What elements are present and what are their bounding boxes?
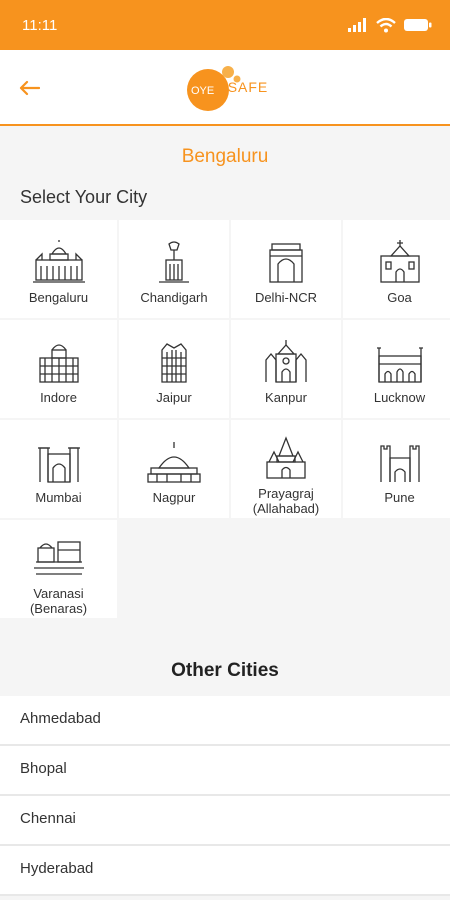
india-gate-icon [259,240,313,284]
city-name: Pune [384,490,415,505]
status-bar: 11:11 [0,0,450,50]
wifi-icon [376,17,396,32]
deekshabhoomi-stupa-icon [147,440,201,484]
city-name: Nagpur [152,490,196,505]
city-tile-jaipur[interactable]: Jaipur [119,320,229,418]
city-tile-bengaluru[interactable]: Bengaluru [0,220,117,318]
city-tile-kanpur[interactable]: Kanpur [231,320,341,418]
other-cities-list: Ahmedabad Bhopal Chennai Hyderabad [0,696,450,896]
city-tile-delhi-ncr[interactable]: Delhi-NCR [231,220,341,318]
status-time: 11:11 [22,16,58,34]
city-name: Jaipur [156,390,192,405]
city-name: Chandigarh [140,290,208,305]
selected-city: Bengaluru [181,146,269,167]
city-name: Varanasi (Benaras) [29,586,88,616]
city-name: Prayagraj (Allahabad) [252,486,320,516]
vidhana-soudha-icon [32,240,86,284]
city-name: Indore [40,390,77,405]
gateway-of-india-icon [32,440,86,484]
logo-right-text: SAFE [227,79,269,95]
city-name: Goa [387,290,412,305]
city-tile-mumbai[interactable]: Mumbai [0,420,117,518]
list-item-bhopal[interactable]: Bhopal [0,746,450,796]
city-name: Kanpur [265,390,307,405]
list-item-chennai[interactable]: Chennai [0,796,450,846]
city-tile-goa[interactable]: Goa [343,220,450,318]
list-item-hyderabad[interactable]: Hyderabad [0,846,450,896]
list-item-ahmedabad[interactable]: Ahmedabad [0,696,450,746]
status-icons [348,17,432,33]
ghats-icon [32,536,86,580]
city-name: Mumbai [35,490,82,505]
signal-icon [348,18,366,32]
oyesafe-logo: OYE SAFE [182,60,269,114]
fort-icon [373,440,427,484]
city-tile-prayagraj[interactable]: Prayagraj (Allahabad) [231,420,341,518]
battery-icon [404,19,432,31]
back-button[interactable] [16,76,42,100]
hawa-mahal-icon [147,340,201,384]
city-name: Bengaluru [28,290,89,305]
select-city-title: Select Your City [20,187,148,207]
cathedral-icon [259,340,313,384]
back-arrow-icon [19,80,40,96]
city-tile-varanasi[interactable]: Varanasi (Benaras) [0,520,117,618]
temple-icon [259,436,313,480]
city-tile-chandigarh[interactable]: Chandigarh [119,220,229,318]
city-grid: Bengaluru Chandigarh Delhi-NCR Goa Indor… [0,220,450,618]
app-header: OYE SAFE [0,50,450,126]
open-hand-monument-icon [147,240,201,284]
rajwada-palace-icon [32,340,86,384]
city-name: Lucknow [373,390,426,405]
city-tile-indore[interactable]: Indore [0,320,117,418]
city-tile-pune[interactable]: Pune [343,420,450,518]
church-icon [373,240,427,284]
imambara-icon [373,340,427,384]
city-name: Delhi-NCR [254,290,318,305]
city-tile-lucknow[interactable]: Lucknow [343,320,450,418]
other-cities-title: Other Cities [171,660,279,681]
city-tile-nagpur[interactable]: Nagpur [119,420,229,518]
logo-left-text: OYE [191,85,214,97]
